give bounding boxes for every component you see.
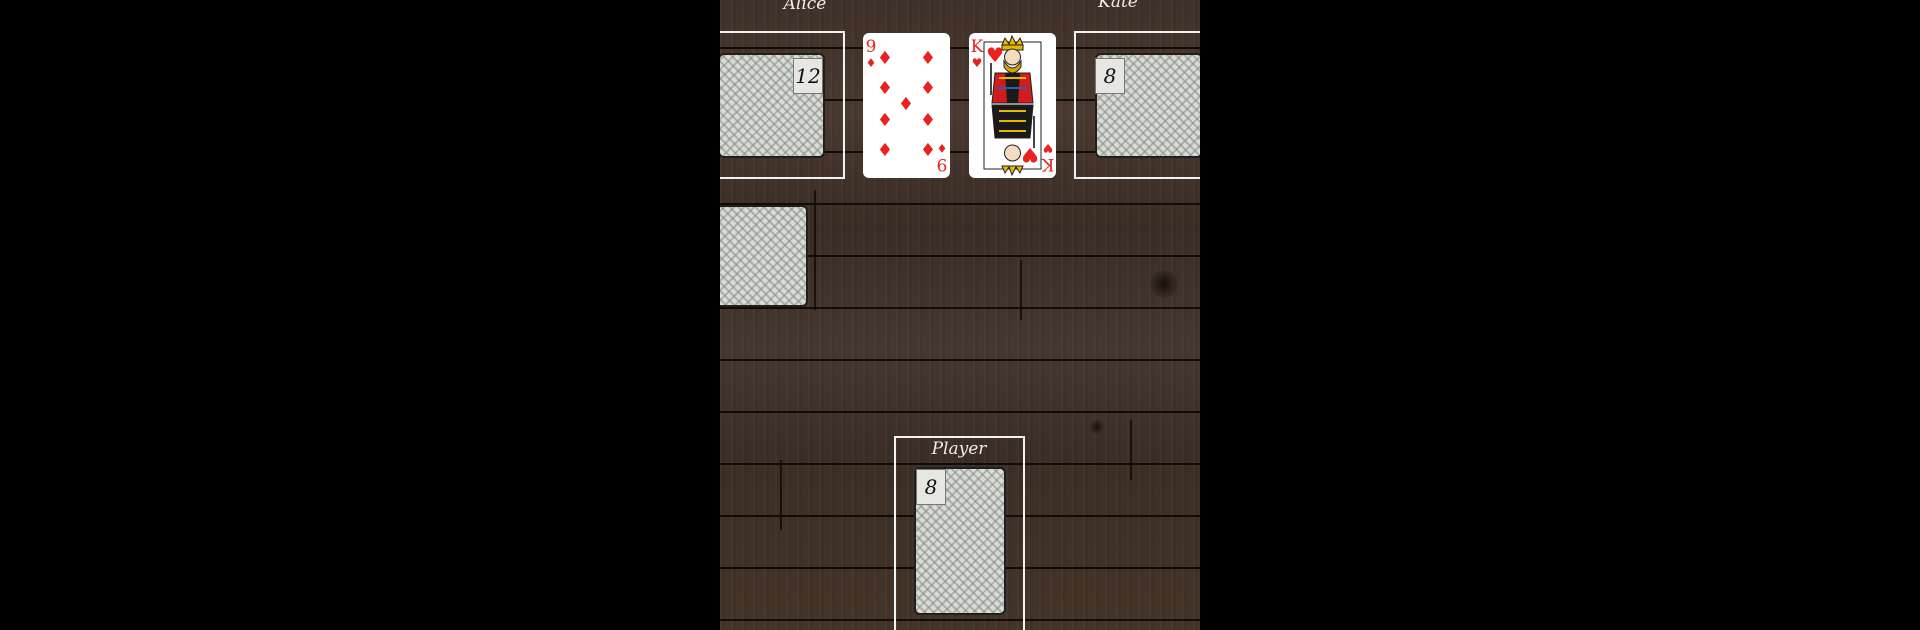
diamond-icon: ♦ bbox=[919, 110, 937, 131]
card-count-badge-alice: 12 bbox=[793, 58, 823, 94]
opponent-name-alice: Alice bbox=[783, 0, 827, 14]
diamond-icon: ♦ bbox=[876, 110, 894, 131]
opponent-name-kate: Kate bbox=[1098, 0, 1138, 12]
diamond-icon: ♦ bbox=[919, 48, 937, 69]
heart-icon: ♥ bbox=[1021, 143, 1039, 167]
wood-seam bbox=[780, 460, 782, 530]
wood-seam bbox=[1130, 420, 1132, 480]
card-rank-index: 9 bbox=[865, 37, 877, 57]
diamond-icon: ♦ bbox=[919, 140, 937, 161]
diamond-icon: ♦ bbox=[919, 78, 937, 99]
diamond-icon: ♦ bbox=[897, 94, 915, 115]
game-table: Alice 12 Kate 8 9 ♦ ♦ ♦ ♦ ♦ ♦ ♦ ♦ ♦ ♦ ♦ … bbox=[720, 0, 1200, 630]
card-rank-index: K bbox=[1041, 154, 1055, 174]
heart-icon: ♥ bbox=[986, 43, 1004, 67]
wood-seam bbox=[814, 190, 816, 310]
wood-knot bbox=[1150, 270, 1178, 298]
wood-knot bbox=[1090, 420, 1104, 434]
diamond-icon: ♦ bbox=[876, 140, 894, 161]
diamond-icon: ♦ bbox=[876, 78, 894, 99]
card-count-badge-player: 8 bbox=[916, 469, 946, 505]
card-rank-index: 9 bbox=[936, 154, 948, 174]
draw-pile[interactable] bbox=[720, 205, 808, 307]
diamond-icon: ♦ bbox=[865, 56, 877, 70]
wood-seam bbox=[1020, 260, 1022, 320]
diamond-icon: ♦ bbox=[876, 48, 894, 69]
player-name: Player bbox=[931, 439, 987, 459]
table-card-king-of-hearts[interactable]: K ♥ ♥ ♥ ♥ K bbox=[969, 33, 1056, 178]
card-count-badge-kate: 8 bbox=[1095, 58, 1125, 94]
table-card-nine-of-diamonds[interactable]: 9 ♦ ♦ ♦ ♦ ♦ ♦ ♦ ♦ ♦ ♦ ♦ 9 bbox=[863, 33, 950, 178]
